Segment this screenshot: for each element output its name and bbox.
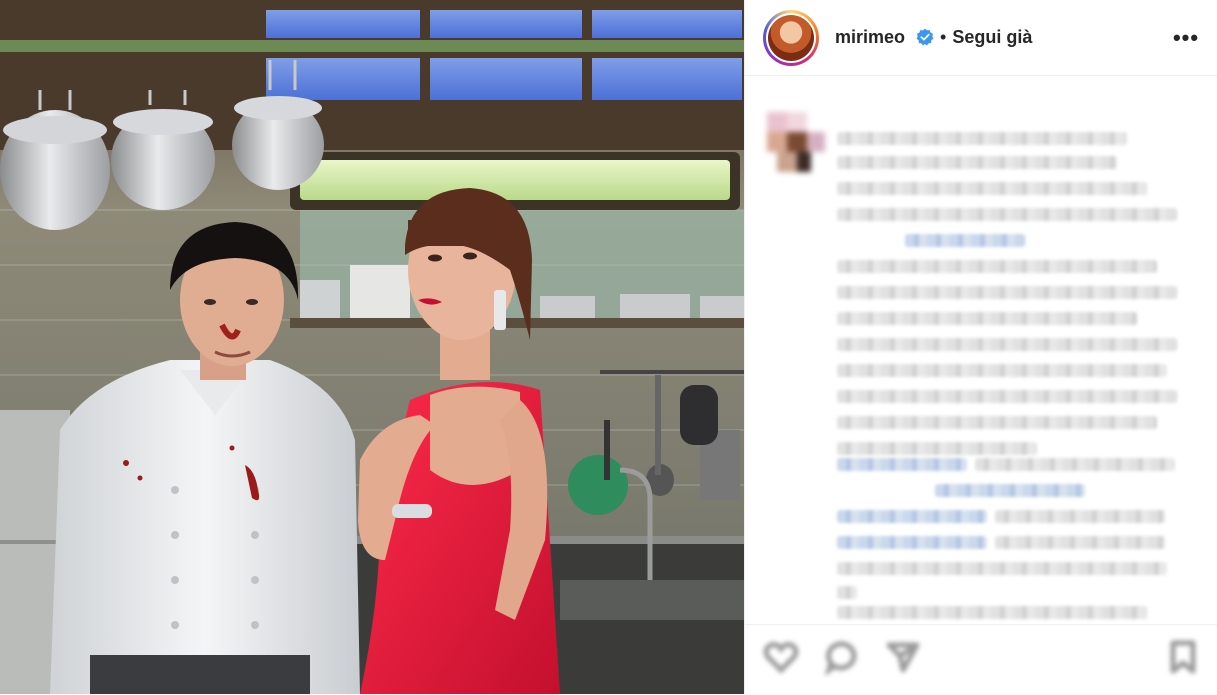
- blurred-caption-line: [837, 442, 1037, 455]
- username-text: mirimeo: [835, 27, 906, 47]
- story-avatar[interactable]: [763, 9, 819, 66]
- avatar-frame: [766, 12, 816, 63]
- caption-avatar[interactable]: [763, 110, 827, 174]
- username-link[interactable]: mirimeo: [835, 27, 934, 48]
- blurred-caption-line: [837, 364, 1167, 377]
- blurred-caption-line: [995, 510, 1165, 523]
- blurred-caption-link[interactable]: [905, 234, 1025, 247]
- blurred-caption-line: [837, 390, 1177, 403]
- blurred-caption-line: [995, 536, 1165, 549]
- blurred-caption-link[interactable]: [935, 484, 1085, 497]
- blurred-caption-line: [837, 338, 1177, 351]
- share-icon[interactable]: [885, 639, 921, 675]
- blurred-caption-line: [837, 132, 1127, 145]
- blurred-caption-link[interactable]: [837, 510, 987, 523]
- blurred-caption-line: [837, 416, 1157, 429]
- comment-icon[interactable]: [825, 639, 861, 675]
- blurred-caption-line: [837, 208, 1177, 221]
- bookmark-icon[interactable]: [1165, 639, 1201, 675]
- instagram-post: mirimeo • Segui già •••: [0, 0, 1217, 694]
- action-bar: [745, 624, 1217, 695]
- blurred-caption-line: [837, 182, 1147, 195]
- post-header: mirimeo • Segui già •••: [745, 0, 1217, 76]
- blurred-caption-line: [975, 458, 1175, 471]
- following-button[interactable]: Segui già: [952, 27, 1032, 48]
- post-sidebar: mirimeo • Segui già •••: [744, 0, 1217, 694]
- post-image[interactable]: [0, 0, 744, 694]
- heart-icon[interactable]: [763, 639, 799, 675]
- avatar: [768, 14, 814, 61]
- blurred-caption-link[interactable]: [837, 458, 967, 471]
- blurred-caption-line: [837, 562, 1167, 575]
- blurred-caption-line: [837, 606, 1147, 619]
- verified-badge-icon: [916, 28, 934, 46]
- blurred-caption-line: [837, 586, 857, 599]
- blurred-caption-line: [837, 312, 1137, 325]
- blurred-caption-line: [837, 286, 1177, 299]
- header-separator: •: [940, 27, 947, 47]
- caption-area: [745, 76, 1217, 624]
- blurred-caption-line: [837, 156, 1117, 169]
- blurred-caption-line: [837, 260, 1157, 273]
- blurred-caption-link[interactable]: [837, 536, 987, 549]
- more-options-icon[interactable]: •••: [1171, 25, 1201, 50]
